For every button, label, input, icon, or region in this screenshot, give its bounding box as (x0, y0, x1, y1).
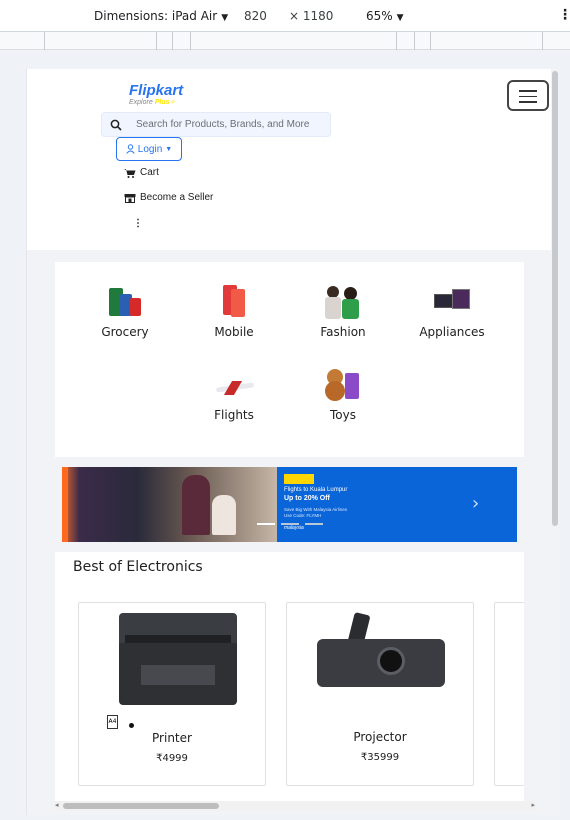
height-field[interactable]: × 1180 (289, 9, 333, 23)
category-label: Toys (330, 408, 356, 422)
device-viewport: Flipkart Explore Plus✧ Search for Produc… (26, 69, 560, 815)
plus-star-icon: ✧ (169, 99, 176, 106)
banner-line-3: Save Big With Malaysia Airlines Use Code:… (284, 507, 347, 519)
vertical-scrollbar[interactable] (552, 71, 558, 526)
store-icon (124, 193, 136, 203)
zoom-label: 65% (366, 9, 393, 23)
section-title: Best of Electronics (73, 559, 203, 575)
seller-label: Become a Seller (140, 192, 214, 203)
cart-link[interactable]: Cart (124, 167, 159, 178)
scroll-right-icon[interactable]: ▸ (531, 801, 535, 809)
category-strip: Grocery Mobile Fashion Appliances Flight… (55, 262, 524, 457)
fashion-icon (323, 284, 363, 320)
product-name: Printer (152, 731, 192, 745)
scrollbar-thumb[interactable] (63, 803, 219, 809)
category-flights[interactable]: Flights (184, 367, 284, 422)
banner-line-3-text: Save Big With Malaysia Airlines (284, 507, 348, 512)
more-options-icon[interactable]: ⋮ (558, 7, 570, 23)
color-dot-icon (129, 723, 134, 728)
product-price: ₹4999 (156, 753, 188, 764)
banner-line-4-text: Use Code: FLYMH (284, 513, 322, 518)
appliances-icon (432, 284, 472, 320)
flights-icon (214, 367, 255, 403)
product-card-projector[interactable]: Projector ₹35999 (286, 602, 474, 786)
zoom-dropdown[interactable]: 65% ▼ (366, 9, 404, 23)
user-icon (126, 144, 135, 154)
logo-sub-plus: Plus (154, 99, 170, 106)
search-placeholder: Search for Products, Brands, and More (136, 119, 310, 130)
more-menu-icon[interactable]: ⋮ (133, 218, 143, 229)
logo-tagline: Explore Plus✧ (129, 98, 183, 106)
site-header: Flipkart Explore Plus✧ Search for Produc… (27, 69, 551, 250)
login-button[interactable]: Login ▼ (116, 137, 182, 161)
search-icon (110, 119, 122, 131)
banner-line-1: Flights to Kuala Lumpur (284, 487, 348, 493)
projector-image (315, 612, 447, 699)
login-label: Login (137, 143, 163, 155)
device-label: Dimensions: iPad Air (94, 9, 218, 23)
category-toys[interactable]: Toys (293, 367, 393, 422)
chevron-right-icon[interactable]: › (472, 493, 479, 514)
carousel-dots (257, 523, 323, 525)
carousel-dot[interactable] (281, 523, 299, 525)
logo-name: Flipkart (129, 82, 184, 99)
category-label: Fashion (320, 325, 366, 339)
chevron-down-icon: ▼ (221, 13, 229, 23)
toys-icon (323, 367, 363, 403)
printer-image (119, 613, 237, 709)
category-label: Flights (214, 408, 254, 422)
banner-photo (62, 467, 277, 542)
chevron-down-icon: ▼ (165, 145, 173, 153)
category-mobile[interactable]: Mobile (184, 284, 284, 339)
media-query-ruler (0, 32, 570, 50)
grocery-icon (105, 284, 145, 320)
width-field[interactable]: 820 (244, 9, 267, 23)
become-seller-link[interactable]: Become a Seller (124, 192, 213, 203)
carousel-dot[interactable] (257, 523, 275, 525)
electronics-section: Best of Electronics A4 Printer ₹4999 Pro… (55, 552, 524, 803)
horizontal-scrollbar[interactable]: ◂ ▸ (55, 801, 535, 811)
scroll-left-icon[interactable]: ◂ (55, 801, 59, 809)
category-label: Mobile (214, 325, 254, 339)
airline-logo: malaysia (284, 525, 304, 531)
category-appliances[interactable]: Appliances (402, 284, 502, 339)
category-label: Grocery (101, 325, 149, 339)
product-price: ₹35999 (360, 752, 400, 763)
category-grocery[interactable]: Grocery (75, 284, 175, 339)
promo-banner[interactable]: Flights to Kuala Lumpur Up to 20% Off Sa… (62, 467, 517, 542)
chevron-down-icon: ▼ (396, 13, 404, 23)
product-name: Projector (353, 730, 407, 744)
product-card-printer[interactable]: A4 Printer ₹4999 (78, 602, 266, 786)
category-fashion[interactable]: Fashion (293, 284, 393, 339)
product-card-partial[interactable] (494, 602, 524, 786)
search-bar[interactable]: Search for Products, Brands, and More (101, 112, 331, 137)
banner-line-2: Up to 20% Off (284, 495, 330, 502)
logo-sub-explore: Explore (129, 99, 153, 106)
hamburger-menu-icon[interactable] (507, 80, 549, 111)
carousel-dot[interactable] (305, 523, 323, 525)
mobile-icon (214, 284, 254, 320)
category-label: Appliances (419, 325, 485, 339)
flipkart-badge-icon (284, 474, 314, 484)
flipkart-logo[interactable]: Flipkart Explore Plus✧ (129, 82, 183, 106)
devtools-toolbar: Dimensions: iPad Air ▼ 820 × 1180 65% ▼ ⋮ (0, 0, 570, 32)
a4-paper-icon: A4 (107, 715, 118, 729)
cart-label: Cart (140, 167, 159, 178)
cart-icon (124, 168, 136, 178)
device-dropdown[interactable]: Dimensions: iPad Air ▼ (94, 9, 228, 23)
